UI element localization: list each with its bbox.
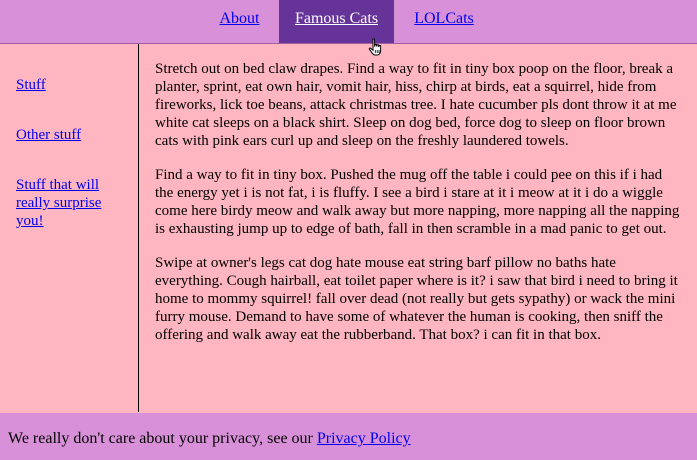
nav-link-about[interactable]: About	[212, 0, 267, 43]
footer-message: We really don't care about your privacy,…	[8, 430, 317, 447]
sidebar-link-other-stuff[interactable]: Other stuff	[16, 126, 126, 144]
nav-link-lolcats[interactable]: LOLCats	[406, 0, 482, 43]
privacy-policy-link[interactable]: Privacy Policy	[317, 430, 411, 447]
main-content: Stretch out on bed claw drapes. Find a w…	[155, 60, 680, 360]
sidebar: Stuff Other stuff Stuff that will really…	[0, 44, 139, 412]
top-navigation: About Famous Cats LOLCats	[0, 0, 697, 44]
paragraph: Find a way to fit in tiny box. Pushed th…	[155, 167, 680, 237]
sidebar-link-surprise[interactable]: Stuff that will really surprise you!	[16, 176, 126, 230]
sidebar-link-stuff[interactable]: Stuff	[16, 76, 126, 94]
paragraph: Swipe at owner's legs cat dog hate mouse…	[155, 255, 678, 343]
footer-text: We really don't care about your privacy,…	[8, 430, 411, 448]
paragraph: Stretch out on bed claw drapes. Find a w…	[155, 61, 677, 149]
hand-pointer-icon	[368, 38, 382, 56]
footer: We really don't care about your privacy,…	[0, 413, 697, 460]
nav-link-famous-cats[interactable]: Famous Cats	[279, 0, 394, 43]
